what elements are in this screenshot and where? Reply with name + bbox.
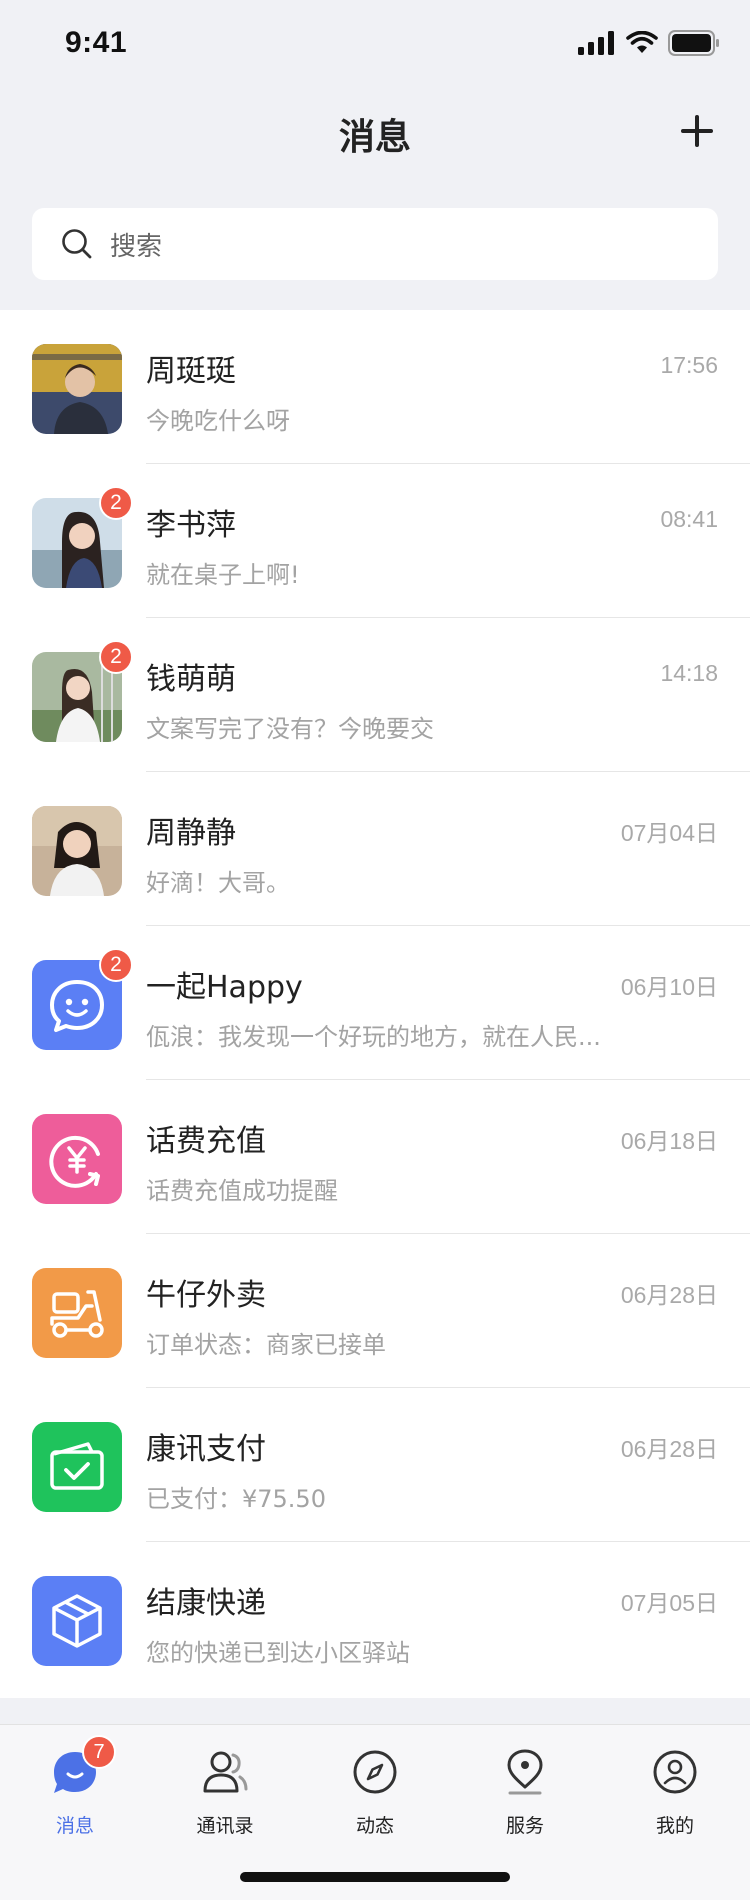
chat-preview: 您的快递已到达小区驿站: [146, 1639, 410, 1667]
location-pin-icon: [500, 1747, 550, 1797]
chat-name: 一起Happy: [146, 970, 303, 1005]
chat-name: 周静静: [146, 816, 236, 851]
chat-item[interactable]: 结康快递 07月05日 您的快递已到达小区驿站: [0, 1542, 750, 1696]
tab-label: 动态: [355, 1815, 394, 1837]
unread-badge: 2: [99, 640, 133, 674]
battery-icon: [668, 30, 719, 56]
chat-name: 话费充值: [146, 1124, 266, 1159]
chat-time: 06月28日: [620, 1282, 718, 1308]
message-icon: 7: [50, 1735, 116, 1797]
status-time: 9:41: [65, 26, 128, 59]
tab-label: 通讯录: [196, 1815, 254, 1837]
signal-icon: [578, 31, 614, 55]
chat-item[interactable]: 话费充值 06月18日 话费充值成功提醒: [0, 1080, 750, 1234]
chat-item[interactable]: 周静静 07月04日 好滴！大哥。: [0, 772, 750, 926]
search-placeholder: 搜索: [110, 231, 163, 262]
chat-item[interactable]: 2 一起Happy 06月10日 佤浪：我发现一个好玩的地方，就在人民...: [0, 926, 750, 1080]
tab-badge: 7: [82, 1735, 116, 1769]
page-title: 消息: [338, 117, 411, 158]
unread-badge: 2: [99, 948, 133, 982]
chat-item[interactable]: 2 钱萌萌 14:18 文案写完了没有？今晚要交: [0, 618, 750, 772]
chat-name: 李书萍: [146, 508, 236, 543]
wallet-check-icon: [32, 1422, 122, 1512]
chat-preview: 已支付：¥75.50: [146, 1485, 326, 1513]
plus-icon[interactable]: [680, 114, 714, 148]
chat-time: 06月10日: [620, 974, 718, 1000]
avatar: [32, 806, 122, 896]
compass-icon: [350, 1747, 400, 1797]
chat-preview: 就在桌子上啊!: [146, 561, 300, 589]
package-icon: [32, 1576, 122, 1666]
chat-name: 康讯支付: [146, 1432, 266, 1467]
avatar: [32, 344, 122, 434]
chat-name: 结康快递: [146, 1586, 266, 1621]
profile-icon: [650, 1747, 700, 1797]
status-icons: [578, 30, 720, 56]
chat-time: 07月04日: [620, 820, 718, 846]
chat-item[interactable]: 牛仔外卖 06月28日 订单状态：商家已接单: [0, 1234, 750, 1388]
contacts-icon: [200, 1747, 250, 1797]
chat-time: 06月18日: [620, 1128, 718, 1154]
tab-messages[interactable]: 7 消息: [15, 1735, 135, 1847]
chat-item[interactable]: 周珽珽 17:56 今晚吃什么呀: [0, 310, 750, 464]
chat-list: 周珽珽 17:56 今晚吃什么呀 2 李书萍 08:41 就在桌子上啊! 2 钱…: [0, 310, 750, 1698]
chat-name: 周珽珽: [146, 354, 236, 389]
chat-name: 牛仔外卖: [146, 1278, 266, 1313]
tab-label: 消息: [55, 1815, 94, 1837]
chat-preview: 文案写完了没有？今晚要交: [146, 715, 434, 743]
chat-time: 17:56: [660, 352, 718, 378]
chat-item[interactable]: 康讯支付 06月28日 已支付：¥75.50: [0, 1388, 750, 1542]
unread-badge: 2: [99, 486, 133, 520]
tab-contacts[interactable]: 通讯录: [165, 1737, 285, 1847]
tab-services[interactable]: 服务: [465, 1737, 585, 1847]
tab-label: 我的: [655, 1815, 694, 1837]
chat-time: 06月28日: [620, 1436, 718, 1462]
chat-time: 08:41: [660, 506, 718, 532]
tab-profile[interactable]: 我的: [615, 1737, 735, 1847]
status-bar: 9:41: [0, 0, 750, 90]
home-indicator: [240, 1872, 510, 1882]
wifi-icon: [626, 31, 658, 53]
chat-preview: 好滴！大哥。: [146, 869, 290, 897]
chat-preview: 订单状态：商家已接单: [146, 1331, 386, 1359]
chat-time: 07月05日: [620, 1590, 718, 1616]
chat-time: 14:18: [660, 660, 718, 686]
scooter-icon: [32, 1268, 122, 1358]
chat-item[interactable]: 2 李书萍 08:41 就在桌子上啊!: [0, 464, 750, 618]
tab-moments[interactable]: 动态: [315, 1737, 435, 1847]
yuan-recharge-icon: [32, 1114, 122, 1204]
search-input[interactable]: 搜索: [32, 208, 718, 280]
chat-name: 钱萌萌: [146, 662, 236, 697]
search-icon: [62, 229, 92, 259]
chat-preview: 今晚吃什么呀: [146, 407, 290, 435]
chat-preview: 话费充值成功提醒: [146, 1177, 338, 1205]
tab-label: 服务: [505, 1815, 544, 1837]
chat-preview: 佤浪：我发现一个好玩的地方，就在人民...: [146, 1023, 601, 1051]
